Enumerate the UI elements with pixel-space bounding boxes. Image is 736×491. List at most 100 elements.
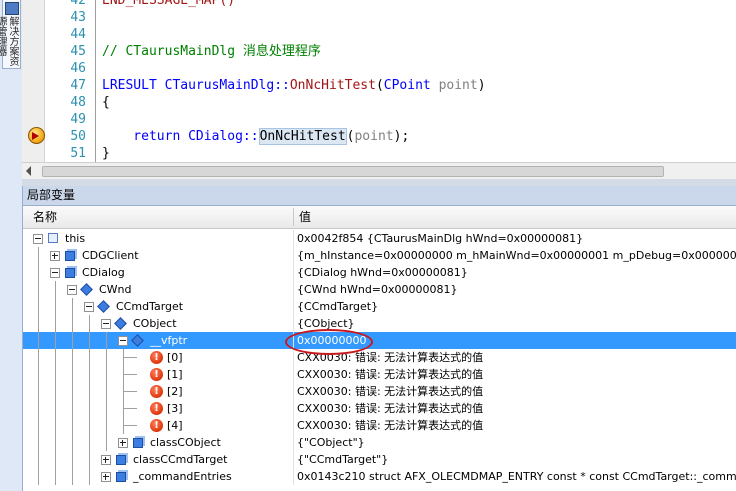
column-divider (293, 400, 294, 417)
tree-guide-line (72, 451, 73, 468)
code-line[interactable]: 44 (22, 26, 736, 43)
code-text: LRESULT CTaurusMainDlg::OnNcHitTest(CPoi… (102, 77, 486, 94)
code-token: return (102, 129, 181, 144)
locals-row[interactable]: _commandEntries 0x0143c210 struct AFX_OLE… (23, 468, 736, 485)
variable-name: [4] (167, 419, 183, 432)
error-icon: ! (150, 385, 163, 398)
outline-guide (95, 9, 96, 26)
code-line[interactable]: 43 (22, 9, 736, 26)
variable-value[interactable]: CXX0030: 错误: 无法计算表达式的值 (297, 349, 736, 366)
outline-guide (95, 145, 96, 162)
variable-value[interactable]: {CObject} (297, 315, 736, 332)
tree-branch-line (123, 391, 137, 392)
locals-row[interactable]: CDialog {CDialog hWnd=0x00000081} (23, 264, 736, 281)
variable-name: CCmdTarget (116, 300, 184, 313)
variable-value[interactable]: 0x0042f854 {CTaurusMainDlg hWnd=0x000000… (297, 230, 736, 247)
column-header-value[interactable]: 值 (293, 206, 311, 228)
base-class-icon (114, 317, 127, 330)
code-text: END_MESSAGE_MAP() (102, 0, 235, 9)
expand-icon[interactable] (50, 251, 60, 261)
locals-grid-header: 名称 值 (23, 206, 736, 229)
collapse-icon[interactable] (50, 268, 60, 278)
code-line[interactable]: 42 END_MESSAGE_MAP() (22, 0, 736, 9)
locals-row[interactable]: CCmdTarget {CCmdTarget} (23, 298, 736, 315)
scroll-left-arrow-icon[interactable] (26, 166, 31, 176)
code-line[interactable]: 50 return CDialog::OnNcHitTest(point); (22, 128, 736, 145)
tree-guide-line (72, 468, 73, 485)
variable-value[interactable]: {CCmdTarget} (297, 298, 736, 315)
solution-explorer-tab[interactable]: 解决方案资源管理器 (0, 0, 21, 69)
variable-value[interactable]: 0x0143c210 struct AFX_OLECMDMAP_ENTRY co… (297, 468, 736, 485)
code-token: OnNcHitTest (289, 78, 376, 93)
variable-value[interactable]: CXX0030: 错误: 无法计算表达式的值 (297, 383, 736, 400)
variable-value[interactable]: {CDialog hWnd=0x00000081} (297, 264, 736, 281)
code-line[interactable]: 49 (22, 111, 736, 128)
collapse-icon[interactable] (33, 234, 43, 244)
collapse-icon[interactable] (67, 285, 77, 295)
code-line[interactable]: 46 (22, 60, 736, 77)
variable-value[interactable]: {CWnd hWnd=0x00000081} (297, 281, 736, 298)
locals-window-title: 局部变量 (23, 186, 736, 206)
code-line[interactable]: 45 // CTaurusMainDlg 消息处理程序 (22, 43, 736, 60)
locals-row[interactable]: classCObject {"CObject"} (23, 434, 736, 451)
editor-horizontal-scrollbar[interactable] (22, 162, 736, 179)
tree-guide-line (38, 349, 39, 366)
code-line[interactable]: 51} (22, 145, 736, 162)
scrollbar-thumb[interactable] (42, 166, 664, 177)
variable-name: this (65, 232, 86, 245)
panel-splitter[interactable] (22, 179, 736, 186)
code-line[interactable]: 47 LRESULT CTaurusMainDlg::OnNcHitTest(CP… (22, 77, 736, 94)
collapse-icon[interactable] (118, 336, 128, 346)
variable-name: CDialog (82, 266, 125, 279)
code-line[interactable]: 48 { (22, 94, 736, 111)
tree-guide-line (38, 417, 39, 434)
code-token: ( (375, 78, 384, 93)
locals-row[interactable]: ! [4] CXX0030: 错误: 无法计算表达式的值 (23, 417, 736, 434)
tree-guide-line (38, 315, 39, 332)
code-text: } (102, 145, 110, 162)
locals-name-cell: CCmdTarget (23, 298, 293, 315)
locals-row[interactable]: CDGClient {m_hInstance=0x00000000 m_hMain… (23, 247, 736, 264)
solution-explorer-icon (5, 2, 19, 15)
variable-value[interactable]: CXX0030: 错误: 无法计算表达式的值 (297, 417, 736, 434)
column-divider (293, 451, 294, 468)
code-token: CPoint (383, 78, 431, 93)
variable-value[interactable]: CXX0030: 错误: 无法计算表达式的值 (297, 400, 736, 417)
expand-icon[interactable] (101, 472, 111, 482)
locals-row[interactable]: ! [3] CXX0030: 错误: 无法计算表达式的值 (23, 400, 736, 417)
class-member-icon (133, 438, 143, 448)
locals-row[interactable]: ! [0] CXX0030: 错误: 无法计算表达式的值 (23, 349, 736, 366)
tree-guide-line (55, 400, 56, 417)
variable-value[interactable]: {"CCmdTarget"} (297, 451, 736, 468)
locals-row[interactable]: ! [1] CXX0030: 错误: 无法计算表达式的值 (23, 366, 736, 383)
tree-guide-line (38, 247, 39, 264)
variable-value[interactable]: CXX0030: 错误: 无法计算表达式的值 (297, 366, 736, 383)
locals-row[interactable]: CObject {CObject} (23, 315, 736, 332)
variable-value[interactable]: {m_hInstance=0x00000000 m_hMainWnd=0x000… (297, 247, 736, 264)
tree-guide-line (72, 298, 73, 315)
error-icon: ! (150, 419, 163, 432)
locals-row[interactable]: this 0x0042f854 {CTaurusMainDlg hWnd=0x00… (23, 230, 736, 247)
collapse-icon[interactable] (84, 302, 94, 312)
tree-guide-line (106, 417, 107, 434)
locals-row[interactable]: ! [2] CXX0030: 错误: 无法计算表达式的值 (23, 383, 736, 400)
tree-guide-line (72, 383, 73, 400)
locals-name-cell: CObject (23, 315, 293, 332)
class-member-icon (116, 472, 126, 482)
tree-guide-line (106, 349, 107, 366)
expand-icon[interactable] (118, 438, 128, 448)
error-icon: ! (150, 368, 163, 381)
locals-name-cell: classCObject (23, 434, 293, 451)
expand-icon[interactable] (101, 455, 111, 465)
outline-guide (95, 0, 96, 9)
locals-row[interactable]: __vfptr 0x00000000 (23, 332, 736, 349)
variable-value[interactable]: {"CObject"} (297, 434, 736, 451)
column-header-name[interactable]: 名称 (27, 206, 57, 228)
locals-row[interactable]: classCCmdTarget {"CCmdTarget"} (23, 451, 736, 468)
collapse-icon[interactable] (101, 319, 111, 329)
code-editor[interactable]: 42 END_MESSAGE_MAP() 43 44 45 // CTaurusMainD… (22, 0, 736, 162)
locals-row[interactable]: CWnd {CWnd hWnd=0x00000081} (23, 281, 736, 298)
tree-guide-line (38, 383, 39, 400)
tree-guide-line (89, 434, 90, 451)
outline-guide (95, 128, 96, 145)
